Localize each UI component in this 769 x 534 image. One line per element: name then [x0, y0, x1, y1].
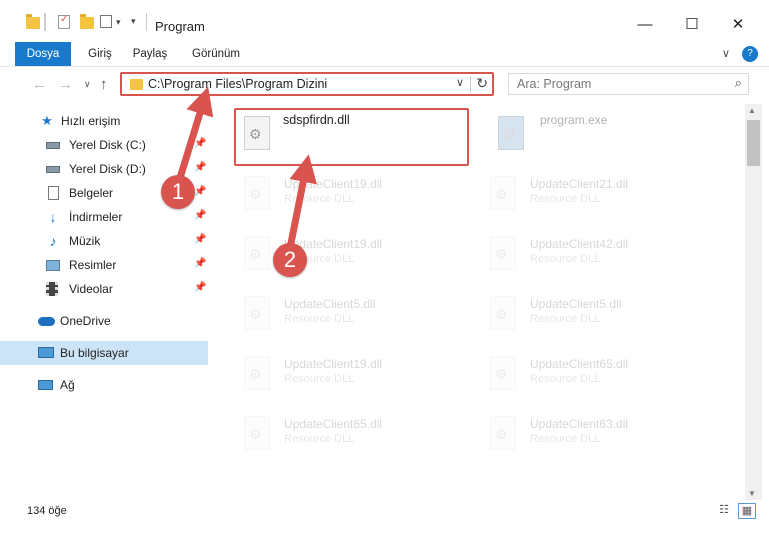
arrow-1-to-address-bar — [176, 86, 214, 180]
callout-badge-1: 1 — [161, 175, 195, 209]
callout-badge-2: 2 — [273, 243, 307, 277]
arrow-2-to-file — [286, 154, 317, 249]
callout-arrows — [176, 86, 317, 249]
